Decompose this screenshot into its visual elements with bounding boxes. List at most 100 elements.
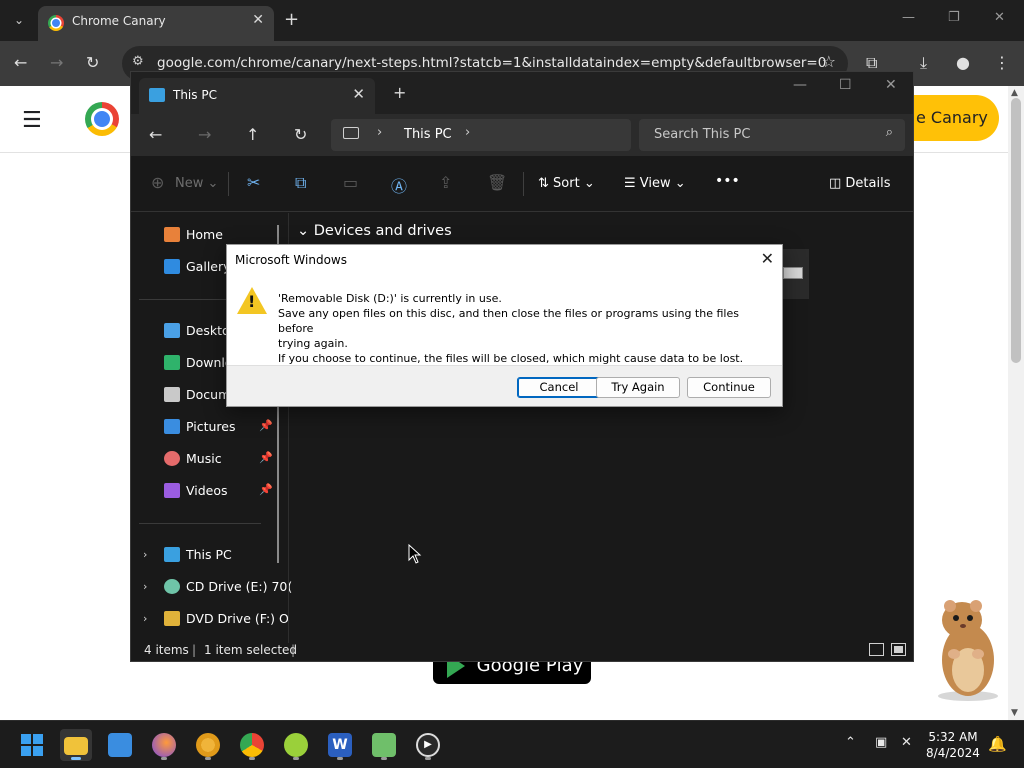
download-icon: [164, 355, 180, 370]
menu-kebab-icon[interactable]: ⋮: [994, 53, 1010, 72]
running-indicator: [425, 757, 431, 760]
share-icon[interactable]: ⇪: [439, 173, 452, 192]
explorer-refresh-icon[interactable]: ↻: [294, 125, 307, 144]
explorer-search-input[interactable]: Search This PC ⌕: [639, 119, 905, 151]
devices-group-header[interactable]: ⌄ Devices and drives: [297, 223, 452, 239]
copy-icon[interactable]: ⧉: [295, 173, 306, 193]
view-button[interactable]: ☰ View ⌄: [624, 176, 686, 191]
reload-icon[interactable]: ↻: [86, 53, 99, 72]
profile-icon[interactable]: ●: [956, 53, 970, 72]
browser-tab-title: Chrome Canary: [72, 14, 166, 28]
media-player-app[interactable]: ▶: [412, 729, 444, 761]
page-scrollbar[interactable]: ▲ ▼: [1008, 86, 1024, 720]
scroll-up-icon[interactable]: ▲: [1011, 88, 1018, 98]
new-tab-icon[interactable]: +: [284, 9, 299, 30]
scroll-down-icon[interactable]: ▼: [1011, 708, 1018, 718]
cancel-button[interactable]: Cancel: [517, 377, 601, 398]
explorer-maximize-icon[interactable]: ☐: [839, 77, 852, 93]
message-line: Save any open files on this disc, and th…: [278, 307, 739, 335]
try-again-button[interactable]: Try Again: [596, 377, 680, 398]
more-options-icon[interactable]: •••: [715, 173, 740, 189]
minimize-icon[interactable]: —: [902, 10, 915, 25]
hamburger-menu-icon[interactable]: ☰: [22, 108, 42, 133]
breadcrumb-this-pc[interactable]: This PC: [404, 127, 452, 142]
sidebar-divider: [139, 523, 261, 524]
paste-icon[interactable]: ▭: [343, 173, 358, 192]
message-line: trying again.: [278, 337, 348, 350]
explorer-titlebar: This PC ✕ + — ☐ ✕: [131, 72, 913, 114]
forward-icon[interactable]: →: [50, 53, 63, 72]
explorer-navbar: ← → ↑ ↻ › This PC › Search This PC ⌕: [131, 114, 913, 156]
dialog-close-icon[interactable]: ✕: [761, 249, 774, 268]
status-separator: |: [291, 643, 296, 657]
extensions-icon[interactable]: ⧉: [866, 53, 877, 73]
pin-icon[interactable]: 📌: [259, 483, 273, 496]
word-app[interactable]: W: [324, 729, 356, 761]
pin-icon[interactable]: 📌: [259, 419, 273, 432]
running-indicator: [381, 757, 387, 760]
explorer-forward-icon[interactable]: →: [198, 125, 211, 144]
chevron-right-icon[interactable]: ›: [377, 125, 382, 140]
message-line: 'Removable Disk (D:)' is currently in us…: [278, 292, 502, 305]
expand-chevron-icon[interactable]: ›: [143, 612, 147, 625]
downloads-icon[interactable]: ⤓: [920, 53, 927, 73]
sidebar-item-label: CD Drive (E:) 70(: [186, 579, 293, 594]
pin-icon[interactable]: 📌: [259, 451, 273, 464]
snagit-app[interactable]: [280, 729, 312, 761]
explorer-tab[interactable]: This PC ✕: [139, 78, 375, 114]
start-button[interactable]: [16, 729, 48, 761]
play-icon: ▶: [416, 733, 440, 757]
network-icon[interactable]: ▣: [875, 735, 887, 750]
restore-icon[interactable]: ❐: [948, 10, 960, 25]
back-icon[interactable]: ←: [14, 53, 27, 72]
system-clock[interactable]: 5:32 AM 8/4/2024: [922, 729, 984, 761]
chevron-right-icon[interactable]: ›: [465, 125, 470, 140]
chrome-logo-icon: [85, 102, 119, 136]
chrome-app[interactable]: [236, 729, 268, 761]
new-button[interactable]: New ⌄: [175, 176, 218, 191]
explorer-minimize-icon[interactable]: —: [793, 77, 807, 93]
chrome-canary-app[interactable]: [192, 729, 224, 761]
file-in-use-dialog: Microsoft Windows ✕ ! 'Removable Disk (D…: [226, 244, 783, 407]
notepad-app[interactable]: [368, 729, 400, 761]
explorer-new-tab-icon[interactable]: +: [393, 83, 406, 102]
firefox-app[interactable]: [148, 729, 180, 761]
show-hidden-icons-chevron-icon[interactable]: ⌃: [845, 735, 856, 750]
hamster-mascot: [938, 600, 998, 701]
window-close-icon[interactable]: ✕: [994, 10, 1005, 25]
details-view-icon[interactable]: [869, 643, 884, 656]
store-app[interactable]: [104, 729, 136, 761]
sidebar-item-label: Videos: [186, 483, 228, 498]
explorer-tab-close-icon[interactable]: ✕: [352, 85, 365, 103]
bookmark-star-icon[interactable]: ☆: [822, 52, 836, 71]
rename-icon[interactable]: Ⓐ: [391, 173, 407, 197]
tiles-view-icon[interactable]: [891, 643, 906, 656]
cut-icon[interactable]: ✂: [247, 173, 260, 192]
search-icon[interactable]: ⌕: [886, 125, 893, 140]
delete-icon[interactable]: 🗑: [487, 173, 507, 192]
details-pane-button[interactable]: ◫ Details: [829, 176, 891, 191]
expand-chevron-icon[interactable]: ›: [143, 548, 147, 561]
explorer-address-bar[interactable]: › This PC ›: [331, 119, 631, 151]
tab-search-dropdown-icon[interactable]: ⌄: [8, 9, 30, 31]
site-info-icon[interactable]: ⚙: [132, 54, 144, 69]
gallery-icon: [164, 259, 180, 274]
sort-button[interactable]: ⇅ Sort ⌄: [538, 176, 595, 191]
continue-button[interactable]: Continue: [687, 377, 771, 398]
explorer-command-bar: ⊕ New ⌄ ✂ ⧉ ▭ Ⓐ ⇪ 🗑 ⇅ Sort ⌄ ☰ View ⌄ ••…: [131, 156, 913, 212]
explorer-close-icon[interactable]: ✕: [885, 77, 897, 93]
item-count: 4 items: [144, 643, 189, 657]
tab-close-icon[interactable]: ✕: [252, 12, 264, 28]
explorer-back-icon[interactable]: ←: [149, 125, 162, 144]
dialog-message: 'Removable Disk (D:)' is currently in us…: [278, 291, 774, 366]
running-indicator: [161, 757, 167, 760]
notifications-bell-icon[interactable]: 🔔: [988, 735, 1007, 753]
expand-chevron-icon[interactable]: ›: [143, 580, 147, 593]
folder-icon: [64, 737, 88, 755]
scroll-thumb[interactable]: [1011, 98, 1021, 363]
volume-muted-icon[interactable]: ✕: [901, 735, 912, 750]
drive-usage-bar: [783, 267, 803, 279]
file-explorer-app[interactable]: [60, 729, 92, 761]
browser-tab[interactable]: Chrome Canary ✕: [38, 6, 274, 41]
explorer-up-icon[interactable]: ↑: [246, 125, 259, 144]
